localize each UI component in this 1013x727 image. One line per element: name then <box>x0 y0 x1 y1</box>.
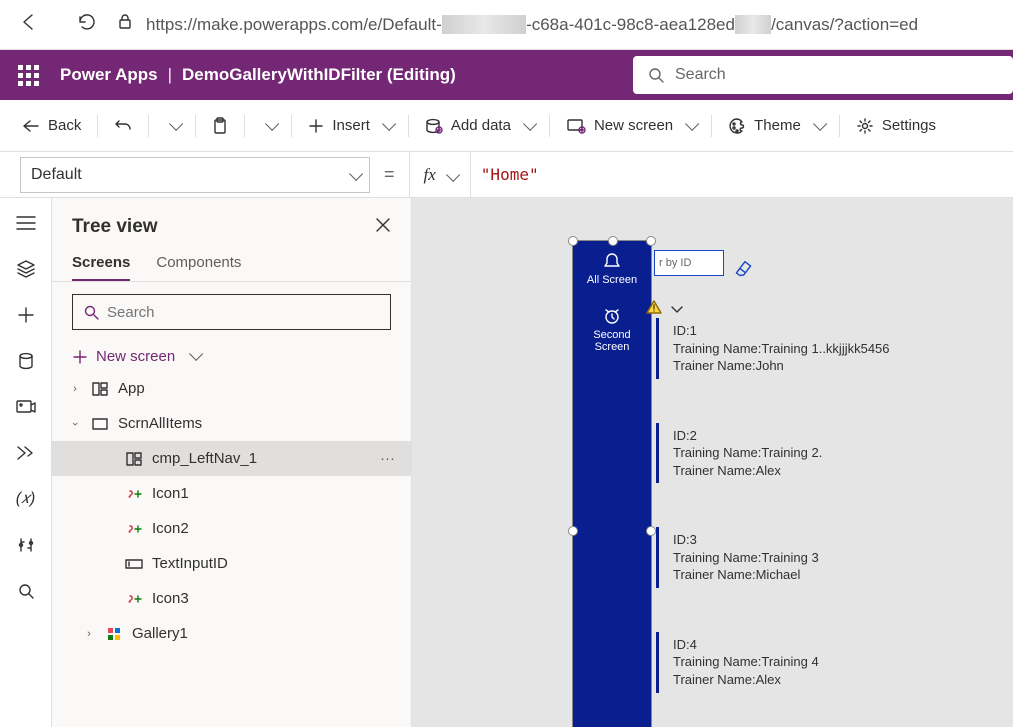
gallery-item[interactable]: ID:3 Training Name:Training 3 Trainer Na… <box>656 527 916 588</box>
bell-icon <box>602 251 622 271</box>
browser-bar: https://make.powerapps.com/e/Default-███… <box>0 0 1013 50</box>
command-bar: Back Insert Add data New screen Theme Se… <box>0 100 1013 152</box>
header-separator: | <box>168 65 172 85</box>
tree-item-cmp-leftnav[interactable]: cmp_LeftNav_1 ··· <box>52 441 411 476</box>
tree-item-scrnallitems[interactable]: › ScrnAllItems <box>52 406 411 441</box>
search-placeholder: Search <box>675 66 726 84</box>
nav-all-screen[interactable]: All Screen <box>573 241 651 296</box>
refresh-icon[interactable] <box>76 11 98 38</box>
tree-view-icon[interactable] <box>12 258 40 280</box>
brand-label[interactable]: Power Apps <box>60 65 158 85</box>
nav-second-screen[interactable]: Second Screen <box>573 296 651 363</box>
app-launcher-icon[interactable] <box>12 59 44 91</box>
gallery-preview[interactable]: ID:1 Training Name:Training 1..kkjjjkk54… <box>656 318 916 727</box>
undo-history-dropdown[interactable] <box>155 115 189 137</box>
gallery-item[interactable]: ID:2 Training Name:Training 2. Trainer N… <box>656 423 916 484</box>
data-pane-icon[interactable] <box>12 350 40 372</box>
close-icon[interactable] <box>375 217 391 238</box>
back-button[interactable]: Back <box>12 111 91 140</box>
alarm-icon <box>602 306 622 326</box>
filter-by-id-input[interactable]: r by ID <box>654 250 724 276</box>
tree-new-screen[interactable]: New screen <box>52 342 411 371</box>
fx-button[interactable]: fx <box>410 165 470 185</box>
formula-value[interactable]: "Home" <box>471 165 539 184</box>
tree-item-icon2[interactable]: Icon2 <box>52 511 411 546</box>
tree-search-input[interactable] <box>107 304 380 321</box>
left-rail: (𝑥) <box>0 198 52 727</box>
search-pane-icon[interactable] <box>12 580 40 602</box>
gallery-item[interactable]: ID:1 Training Name:Training 1..kkjjjkk54… <box>656 318 916 379</box>
paste-button[interactable] <box>202 111 238 141</box>
url-text[interactable]: https://make.powerapps.com/e/Default-███… <box>146 15 918 35</box>
theme-button[interactable]: Theme <box>718 111 833 141</box>
add-data-button[interactable]: Add data <box>415 111 543 140</box>
media-pane-icon[interactable] <box>12 396 40 418</box>
insert-button[interactable]: Insert <box>298 111 402 140</box>
search-icon <box>647 66 665 84</box>
document-title[interactable]: DemoGalleryWithIDFilter (Editing) <box>182 65 456 85</box>
tab-components[interactable]: Components <box>156 246 241 281</box>
global-search[interactable]: Search <box>633 56 1013 94</box>
site-info-icon[interactable] <box>116 13 134 36</box>
canvas[interactable]: All Screen Second Screen r by ID ID:1 Tr… <box>412 198 1013 727</box>
cmp-leftnav-preview[interactable]: All Screen Second Screen <box>572 240 652 727</box>
tree-item-icon3[interactable]: Icon3 <box>52 581 411 616</box>
back-icon[interactable] <box>18 11 40 38</box>
hamburger-icon[interactable] <box>12 212 40 234</box>
tree-search[interactable] <box>72 294 391 330</box>
app-header: Power Apps | DemoGalleryWithIDFilter (Ed… <box>0 50 1013 100</box>
warning-icon[interactable] <box>646 300 662 319</box>
more-icon[interactable]: ··· <box>374 450 401 467</box>
paste-dropdown[interactable] <box>251 115 285 137</box>
tree-item-gallery1[interactable]: › Gallery1 <box>52 616 411 651</box>
tree-list: › App › ScrnAllItems cmp_LeftNav_1 ··· I… <box>52 371 411 727</box>
equals-label: = <box>370 164 409 185</box>
advanced-tools-icon[interactable] <box>12 534 40 556</box>
eraser-icon[interactable] <box>731 257 756 283</box>
tree-title: Tree view <box>72 216 158 238</box>
search-icon <box>83 304 99 320</box>
settings-button[interactable]: Settings <box>846 111 946 141</box>
insert-pane-icon[interactable] <box>12 304 40 326</box>
power-automate-icon[interactable] <box>12 442 40 464</box>
tab-screens[interactable]: Screens <box>72 246 130 281</box>
tree-panel: Tree view Screens Components New screen … <box>52 198 412 727</box>
tree-item-textinputid[interactable]: TextInputID <box>52 546 411 581</box>
formula-bar: Default = fx "Home" <box>0 152 1013 198</box>
variables-icon[interactable]: (𝑥) <box>12 488 40 510</box>
tree-item-app[interactable]: › App <box>52 371 411 406</box>
property-selector[interactable]: Default <box>20 157 370 193</box>
new-screen-button[interactable]: New screen <box>556 111 705 140</box>
undo-button[interactable] <box>104 111 142 141</box>
gallery-item[interactable]: ID:4 Training Name:Training 4 Trainer Na… <box>656 632 916 693</box>
tree-item-icon1[interactable]: Icon1 <box>52 476 411 511</box>
